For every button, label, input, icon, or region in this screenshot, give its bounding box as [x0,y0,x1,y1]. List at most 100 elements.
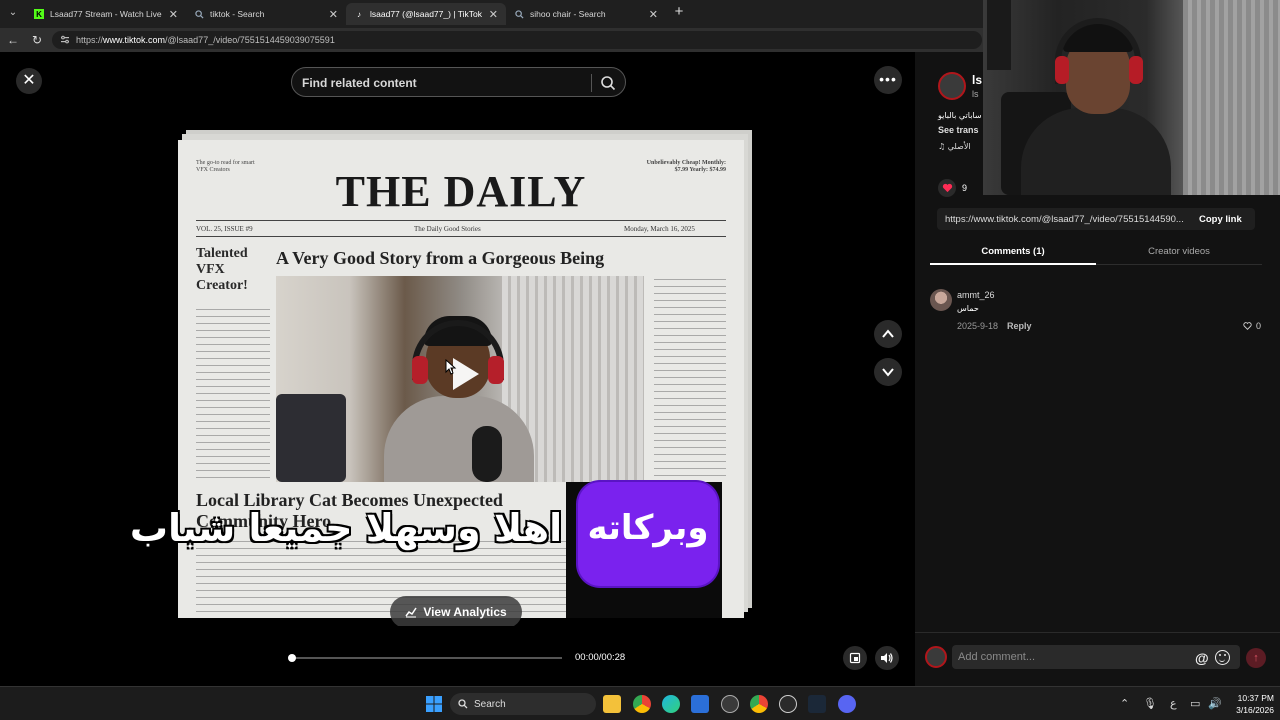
view-analytics-button[interactable]: View Analytics [390,596,522,628]
address-bar[interactable]: https://www.tiktok.com/@lsaad77_/video/7… [52,31,982,49]
music-label[interactable]: ♫ الأصلي [938,142,971,151]
tab-title: lsaad77 (@lsaad77_) | TikTok [370,9,482,19]
newspaper-date: Monday, March 16, 2025 [624,225,695,233]
tab-title: tiktok - Search [210,9,265,19]
heart-icon [942,183,952,193]
volume-button[interactable] [875,646,899,670]
photo-microphone [472,426,502,482]
tab-kick-stream[interactable]: K Lsaad77 Stream - Watch Live on K ✕ [26,3,186,25]
search-icon [458,699,468,709]
like-button[interactable] [938,179,956,197]
author-username: ls [972,89,979,99]
tab-comments[interactable]: Comments (1) [930,246,1096,257]
mention-button[interactable]: @ [1195,650,1209,666]
streamer-webcam-overlay [983,0,1280,195]
video-controls: 00:00/00:28 [0,626,915,686]
photo-chair [276,394,346,482]
photo-person [384,316,534,482]
tab-tiktok-search[interactable]: tiktok - Search ✕ [186,3,346,25]
panel-tabs: Comments (1) Creator videos [930,240,1262,265]
search-divider [591,74,592,92]
tray-overflow-chevron-icon[interactable]: ⌃ [1120,697,1129,710]
newspaper-side-headline: Talented VFX Creator! [196,246,248,293]
newspaper-column-text [196,306,270,480]
file-explorer-icon[interactable] [603,695,621,713]
comment-reply-button[interactable]: Reply [1007,321,1032,331]
progress-handle[interactable] [288,654,296,662]
taskbar-search[interactable]: Search [450,693,596,715]
comment-date: 2025-9-18 [957,321,999,331]
newspaper-issue: VOL. 25, ISSUE #9 [196,225,253,233]
more-options-button[interactable]: ••• [874,66,902,94]
picture-in-picture-icon [849,652,861,664]
newspaper-headline: A Very Good Story from a Gorgeous Being [276,248,605,268]
send-comment-button[interactable]: ↑ [1246,648,1266,668]
screen: ⌄ K Lsaad77 Stream - Watch Live on K ✕ t… [0,0,1280,720]
see-translation-link[interactable]: See trans [938,125,979,135]
discord-icon[interactable] [838,695,856,713]
time-display: 00:00/00:28 [575,652,626,663]
heart-outline-icon [1243,322,1252,330]
tab-title: sihoo chair - Search [530,9,606,19]
search-icon[interactable] [600,75,616,91]
input-language[interactable]: ع [1170,697,1177,710]
floating-player-button[interactable] [843,646,867,670]
site-info-icon[interactable] [60,35,70,45]
video-caption-arabic: اهلا وسهلا جميعا شباب [129,506,563,550]
video-player[interactable]: The go-to read for smart VFX Creators Un… [3,112,915,678]
kick-icon: K [34,9,44,19]
obs-icon[interactable] [779,695,797,713]
related-search-input[interactable] [302,74,582,92]
clock-date: 3/16/2026 [1236,705,1274,715]
volume-icon[interactable]: 🔊 [1208,697,1222,710]
taskbar-search-label: Search [474,698,506,710]
video-link-url[interactable]: https://www.tiktok.com/@lsaad77_/video/7… [945,214,1193,225]
author-name[interactable]: ls [972,73,982,87]
tab-list-chevron-icon[interactable]: ⌄ [4,4,22,22]
steam-icon[interactable] [808,695,826,713]
microphone-icon[interactable]: 🎙 [1143,697,1157,710]
network-icon[interactable]: ▭ [1190,697,1200,710]
tiktok-page: ✕ ••• The go-to read for smart VFX Creat… [0,0,1280,686]
comment-like-button[interactable]: 0 [1243,321,1261,331]
app-icon[interactable] [721,695,739,713]
tab-creator-videos[interactable]: Creator videos [1096,246,1262,257]
taskbar-clock[interactable]: 10:37 PM 3/16/2026 [1222,692,1274,716]
close-tab-icon[interactable]: ✕ [329,8,338,21]
next-video-button[interactable] [874,358,902,386]
chevron-down-icon [882,368,894,377]
divider [196,220,726,221]
tab-tiktok-video[interactable]: ♪ lsaad77 (@lsaad77_) | TikTok ✕ [346,3,506,25]
close-video-button[interactable]: ✕ [16,68,42,94]
current-user-avatar [925,646,947,668]
like-count: 9 [962,183,968,193]
windows-start-icon[interactable] [425,695,443,713]
tab-chair-search[interactable]: sihoo chair - Search ✕ [506,3,666,25]
edge-icon[interactable] [662,695,680,713]
microsoft-store-icon[interactable] [691,695,709,713]
close-tab-icon[interactable]: ✕ [649,8,658,21]
chrome-icon[interactable] [633,695,651,713]
progress-bar[interactable] [288,654,562,662]
previous-video-button[interactable] [874,320,902,348]
comment-input[interactable] [958,649,1188,665]
chevron-up-icon [882,329,894,338]
close-tab-icon[interactable]: ✕ [489,8,498,21]
back-arrow-icon[interactable]: ← [5,32,21,48]
newspaper-masthead: THE DAILY [335,167,587,216]
windows-taskbar: Search ⌃ 🎙 ع ▭ 🔊 10:37 PM 3/16/2026 [0,686,1280,720]
search-icon [514,9,524,19]
purple-badge-overlay: وبركاته [566,482,722,618]
reload-icon[interactable]: ↻ [29,32,45,48]
like-row: 9 [938,179,967,197]
new-tab-plus-icon[interactable]: + [670,4,688,22]
comment-avatar[interactable] [930,289,952,311]
comment-username[interactable]: ammt_26 [957,290,995,300]
search-icon [194,9,204,19]
author-avatar[interactable] [938,72,966,100]
emoji-icon[interactable] [1215,650,1230,665]
close-tab-icon[interactable]: ✕ [169,8,178,21]
copy-link-button[interactable]: Copy link [1199,214,1242,225]
chrome-profile-icon[interactable] [750,695,768,713]
related-search [291,67,626,97]
